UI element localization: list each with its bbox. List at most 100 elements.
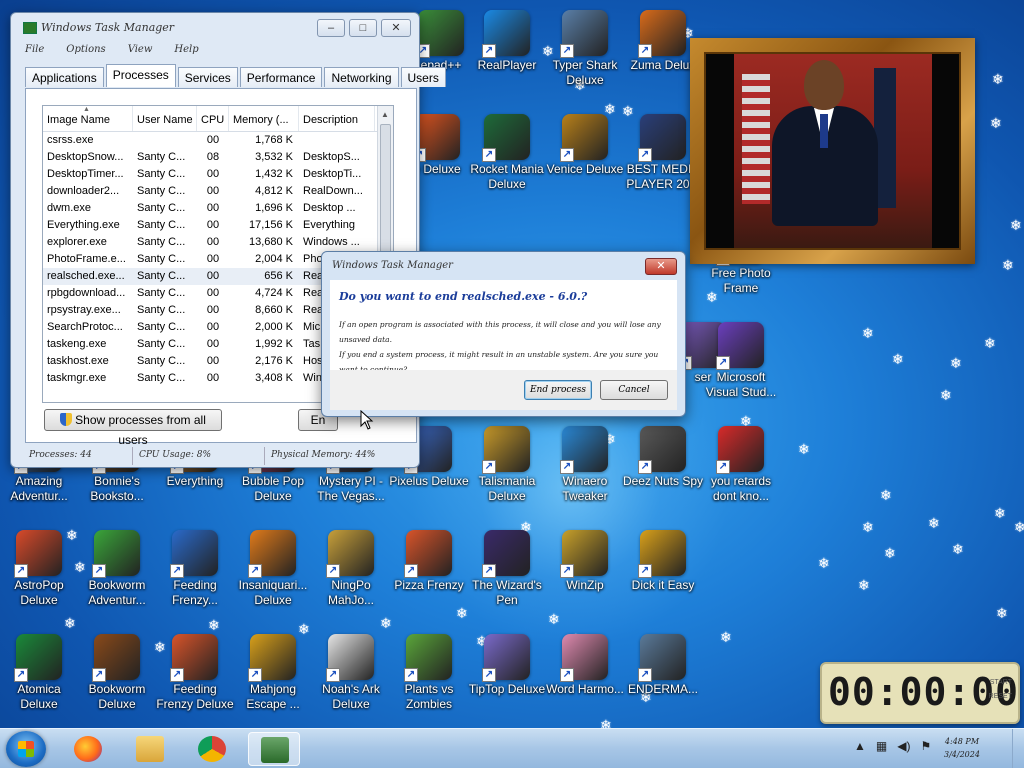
- snowflake-icon: ❄: [940, 387, 952, 403]
- desktop-icon[interactable]: ↗ NingPo MahJo...: [310, 530, 392, 608]
- table-cell: taskeng.exe: [47, 338, 107, 350]
- network-icon[interactable]: ▦: [876, 739, 887, 753]
- desktop-icon-label: The Wizard's Pen: [472, 578, 542, 607]
- table-cell: 4,724 K: [255, 287, 293, 299]
- col-description[interactable]: Description: [299, 106, 375, 131]
- shortcut-arrow-icon: ↗: [326, 668, 340, 682]
- volume-icon[interactable]: ◀): [897, 739, 910, 753]
- desktop-icon[interactable]: ↗ Noah's Ark Deluxe: [310, 634, 392, 712]
- tab-services[interactable]: Services: [177, 67, 238, 87]
- taskbar-explorer[interactable]: [124, 732, 176, 766]
- maximize-button[interactable]: □: [349, 19, 377, 37]
- minimize-button[interactable]: –: [317, 19, 345, 37]
- desktop-icon[interactable]: ↗ TipTop Deluxe: [466, 634, 548, 697]
- desktop-icon[interactable]: ↗ RealPlayer: [466, 10, 548, 73]
- table-cell: 1,696 K: [255, 202, 293, 214]
- desktop-icon[interactable]: ↗ Mahjong Escape ...: [232, 634, 314, 712]
- table-cell: DesktopSnow...: [47, 151, 124, 163]
- desktop-icon[interactable]: ↗ The Wizard's Pen: [466, 530, 548, 608]
- menu-options[interactable]: Options: [66, 44, 105, 55]
- table-cell: 00: [206, 321, 220, 333]
- tab-users[interactable]: Users: [400, 67, 446, 87]
- taskbar-firefox[interactable]: [62, 732, 114, 766]
- desktop-icon[interactable]: ↗ Plants vs Zombies: [388, 634, 470, 712]
- table-row[interactable]: Everything.exe Santy C... 00 17,156 K Everyt…: [43, 217, 393, 234]
- desktop-icon[interactable]: ↗ Dick it Easy: [622, 530, 704, 593]
- menu-help[interactable]: Help: [174, 44, 198, 55]
- table-cell: 1,768 K: [255, 134, 293, 146]
- app-icon: ↗: [560, 10, 608, 58]
- start-button[interactable]: [6, 731, 46, 767]
- close-button[interactable]: ✕: [381, 19, 411, 37]
- tray-expand-icon[interactable]: ▲: [854, 739, 866, 753]
- desktop-icon[interactable]: ↗ Typer Shark Deluxe: [544, 10, 626, 88]
- desktop-icon-label: Rocket Mania Deluxe: [470, 162, 544, 191]
- cancel-button[interactable]: Cancel: [600, 380, 668, 400]
- table-cell: DesktopS...: [303, 151, 360, 163]
- desktop-icon[interactable]: ↗ Winaero Tweaker: [544, 426, 626, 504]
- col-memory[interactable]: Memory (...: [229, 106, 299, 131]
- flag-icon[interactable]: ⚑: [920, 739, 931, 753]
- table-cell: taskmgr.exe: [47, 372, 107, 384]
- desktop-icon[interactable]: ↗ Feeding Frenzy Deluxe: [154, 634, 236, 712]
- taskbar-task-manager[interactable]: [248, 732, 300, 766]
- desktop-icon[interactable]: ↗ AstroPop Deluxe: [0, 530, 80, 608]
- table-cell: Santy C...: [137, 185, 186, 197]
- person-head: [804, 60, 844, 110]
- table-cell: realsched.exe...: [47, 270, 125, 282]
- desktop-icon[interactable]: ↗ Bookworm Adventur...: [76, 530, 158, 608]
- desktop-icon[interactable]: ↗ Insaniquari... Deluxe: [232, 530, 314, 608]
- tab-networking[interactable]: Networking: [324, 67, 399, 87]
- desktop-icon[interactable]: ↗ Word Harmo...: [544, 634, 626, 697]
- desktop-icon[interactable]: ↗ Atomica Deluxe: [0, 634, 80, 712]
- stopwatch-reset[interactable]: RESET: [989, 690, 1012, 704]
- desktop-icon-label: Word Harmo...: [546, 682, 624, 696]
- table-row[interactable]: dwm.exe Santy C... 00 1,696 K Desktop ...: [43, 200, 393, 217]
- desktop-icon-label: Winaero Tweaker: [562, 474, 608, 503]
- table-cell: 00: [206, 355, 220, 367]
- table-cell: 2,176 K: [255, 355, 293, 367]
- show-all-processes-button[interactable]: Show processes from all users: [44, 409, 222, 447]
- show-desktop-button[interactable]: [1012, 729, 1024, 768]
- table-row[interactable]: DesktopSnow... Santy C... 08 3,532 K Desktop…: [43, 149, 393, 166]
- shortcut-arrow-icon: ↗: [560, 44, 574, 58]
- menu-view[interactable]: View: [128, 44, 153, 55]
- col-user-name[interactable]: User Name: [133, 106, 197, 131]
- table-row[interactable]: csrss.exe 00 1,768 K: [43, 132, 393, 149]
- dialog-footer: End process Cancel: [330, 370, 677, 410]
- desktop-icon[interactable]: ↗ Pizza Frenzy: [388, 530, 470, 593]
- desktop-icon-label: Feeding Frenzy Deluxe: [156, 682, 234, 711]
- dialog-close-button[interactable]: ✕: [645, 258, 677, 275]
- shortcut-arrow-icon: ↗: [638, 460, 652, 474]
- desktop-icon[interactable]: ↗ WinZip: [544, 530, 626, 593]
- table-row[interactable]: explorer.exe Santy C... 00 13,680 K Windows …: [43, 234, 393, 251]
- scroll-up-icon[interactable]: ▲: [381, 110, 389, 119]
- table-row[interactable]: downloader2... Santy C... 00 4,812 K RealDow…: [43, 183, 393, 200]
- desktop-icon[interactable]: ↗ Venice Deluxe: [544, 114, 626, 177]
- shortcut-arrow-icon: ↗: [482, 564, 496, 578]
- col-cpu[interactable]: CPU: [197, 106, 229, 131]
- tray-clock[interactable]: 4:48 PM 3/4/2024: [944, 735, 980, 761]
- snowflake-icon: ❄: [456, 605, 468, 621]
- desktop-icon[interactable]: ↗ Rocket Mania Deluxe: [466, 114, 548, 192]
- stopwatch-gadget[interactable]: 00:00:00 START RESET: [820, 662, 1020, 724]
- end-process-confirm-button[interactable]: End process: [524, 380, 592, 400]
- photo-frame-gadget[interactable]: [690, 38, 975, 264]
- taskbar-chrome[interactable]: [186, 732, 238, 766]
- menu-file[interactable]: File: [25, 44, 44, 55]
- desktop-icon[interactable]: ↗ Bookworm Deluxe: [76, 634, 158, 712]
- desktop-icon[interactable]: ↗ Deez Nuts Spy: [622, 426, 704, 489]
- col-image-name[interactable]: ▲ Image Name: [43, 106, 133, 131]
- desktop-icon[interactable]: ↗ you retards dont kno...: [700, 426, 782, 504]
- desktop-icon[interactable]: ↗ Talismania Deluxe: [466, 426, 548, 504]
- desktop-icon[interactable]: ↗ Feeding Frenzy...: [154, 530, 236, 608]
- desktop-icon[interactable]: ↗ ENDERMA...: [622, 634, 704, 697]
- table-row[interactable]: DesktopTimer... Santy C... 00 1,432 K Deskto…: [43, 166, 393, 183]
- app-icon: ↗: [170, 634, 218, 682]
- desktop-icon[interactable]: ↗ Microsoft Visual Stud...: [700, 322, 782, 400]
- tab-applications[interactable]: Applications: [25, 67, 104, 87]
- tab-processes[interactable]: Processes: [105, 64, 176, 87]
- snowflake-icon: ❄: [858, 577, 870, 593]
- tab-performance[interactable]: Performance: [239, 67, 323, 87]
- stopwatch-start[interactable]: START: [989, 676, 1012, 690]
